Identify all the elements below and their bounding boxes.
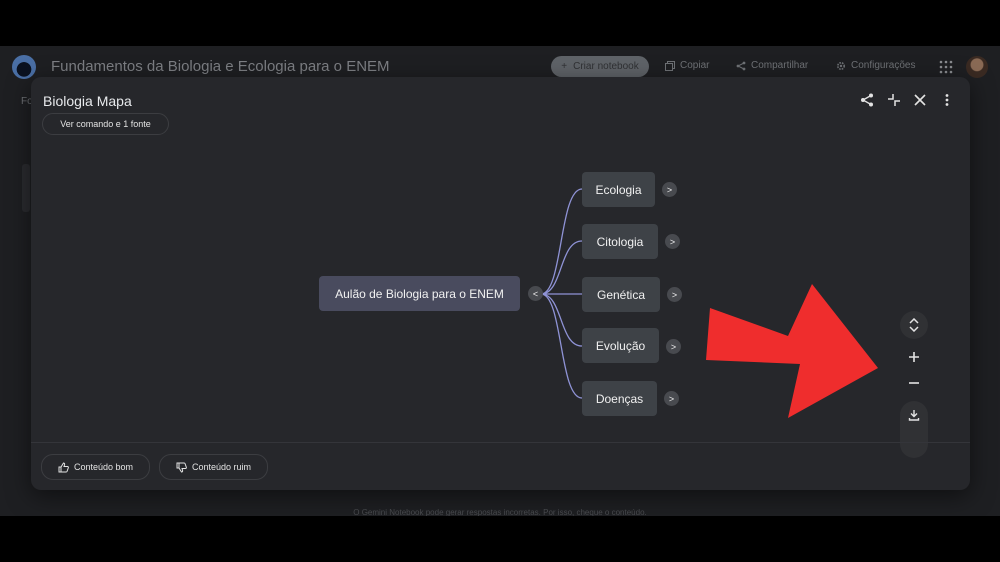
plus-icon xyxy=(909,352,919,362)
mind-map-node-genetica[interactable]: Genética xyxy=(582,277,660,312)
thumbs-up-icon xyxy=(58,461,69,472)
bad-content-button[interactable]: Conteúdo ruim xyxy=(159,454,268,480)
copy-icon xyxy=(665,60,675,71)
collapse-fullscreen-button[interactable] xyxy=(886,92,902,108)
good-content-button[interactable]: Conteúdo bom xyxy=(41,454,150,480)
mind-map-node-evolucao[interactable]: Evolução xyxy=(582,328,659,363)
footer-divider xyxy=(31,442,970,443)
share-map-button[interactable] xyxy=(859,92,875,108)
more-options-button[interactable] xyxy=(939,92,955,108)
more-vert-icon xyxy=(945,94,949,106)
collapse-icon xyxy=(888,94,900,106)
zoom-in-button[interactable] xyxy=(900,343,928,371)
create-notebook-label: Criar notebook xyxy=(573,61,639,72)
download-button[interactable] xyxy=(900,401,928,429)
view-prompt-source-chip[interactable]: Ver comando e 1 fonte xyxy=(42,113,169,135)
footer-disclaimer: O Gemini Notebook pode gerar respostas i… xyxy=(353,508,647,516)
expand-genetica-toggle[interactable]: > xyxy=(667,287,682,302)
thumbs-down-icon xyxy=(176,462,187,473)
copy-button[interactable]: Copiar xyxy=(665,60,709,71)
zoom-out-button[interactable] xyxy=(900,369,928,397)
unfold-icon xyxy=(909,318,919,332)
copy-label: Copiar xyxy=(680,60,710,71)
close-button[interactable] xyxy=(912,92,928,108)
edge-doencas xyxy=(540,293,583,399)
mind-map-node-doencas[interactable]: Doenças xyxy=(582,381,657,416)
bad-content-label: Conteúdo ruim xyxy=(191,462,252,472)
app-logo-icon[interactable] xyxy=(12,55,36,79)
edge-citologia xyxy=(540,240,583,295)
share-icon xyxy=(736,61,746,70)
download-icon xyxy=(908,410,920,421)
create-notebook-button[interactable]: + Criar notebook xyxy=(551,56,649,77)
mind-map-node-citologia[interactable]: Citologia xyxy=(582,224,658,259)
root-collapse-toggle[interactable]: < xyxy=(528,286,543,301)
settings-label: Configurações xyxy=(851,60,916,71)
share-notebook-button[interactable]: Compartilhar xyxy=(736,60,808,71)
mind-map-canvas[interactable]: Aulão de Biologia para o ENEM < Ecologia… xyxy=(31,141,970,458)
expand-evolucao-toggle[interactable]: > xyxy=(666,339,681,354)
expand-citologia-toggle[interactable]: > xyxy=(665,234,680,249)
notebook-title[interactable]: Fundamentos da Biologia e Ecologia para … xyxy=(51,58,390,75)
apps-grid-icon[interactable] xyxy=(939,60,953,74)
good-content-label: Conteúdo bom xyxy=(73,462,134,472)
edge-evolucao xyxy=(540,293,583,347)
expand-doencas-toggle[interactable]: > xyxy=(664,391,679,406)
expand-collapse-all-button[interactable] xyxy=(900,311,928,339)
close-icon xyxy=(914,94,926,106)
share-icon xyxy=(861,93,873,107)
background-panel xyxy=(22,164,30,212)
edge-ecologia xyxy=(540,188,583,295)
gear-icon xyxy=(836,61,846,70)
minus-icon xyxy=(909,382,919,384)
share-label: Compartilhar xyxy=(751,60,809,71)
dialog-title: Biologia Mapa xyxy=(43,93,132,109)
settings-button[interactable]: Configurações xyxy=(836,60,915,71)
mind-map-dialog: Biologia Mapa Ver comando e 1 fonte Aulã… xyxy=(31,77,970,490)
plus-icon: + xyxy=(561,61,568,72)
mind-map-root-node[interactable]: Aulão de Biologia para o ENEM xyxy=(319,276,520,311)
expand-ecologia-toggle[interactable]: > xyxy=(662,182,677,197)
avatar[interactable] xyxy=(966,56,988,78)
mind-map-node-ecologia[interactable]: Ecologia xyxy=(582,172,655,207)
